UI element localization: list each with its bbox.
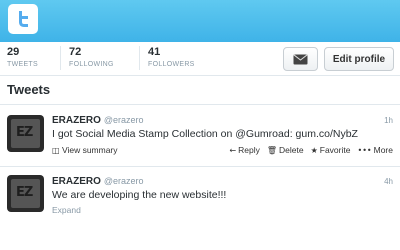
more-dots-icon: ••• [357,145,372,155]
tweet-author[interactable]: ERAZERO @erazero [52,115,144,126]
twitter-bird-icon[interactable] [8,4,38,34]
stat-tweets-label: TWEETS [7,61,38,68]
tweet-author-handle[interactable]: @erazero [104,115,144,125]
reply-icon: ← [229,145,237,155]
profile-header-banner [0,0,400,42]
direct-message-button[interactable] [283,47,318,71]
tweet-item[interactable]: EZ ERAZERO @erazero 4h We are developing … [0,167,400,227]
tweet-actions: ← Reply 🗑 Delete ★ Favorite ••• More [229,145,393,155]
tweets-section-title: Tweets [7,82,51,97]
stat-following-count: 72 [69,46,82,58]
more-label: More [373,145,393,155]
tweet-text: We are developing the new website!!! [52,189,227,201]
delete-label: Delete [279,145,304,155]
stat-tweets[interactable]: 29 TWEETS [7,46,38,72]
tweet-author-name[interactable]: ERAZERO [52,115,101,126]
delete-action[interactable]: 🗑 Delete [267,145,304,155]
stat-followers-count: 41 [148,46,161,58]
favorite-label: Favorite [319,145,351,155]
more-action[interactable]: ••• More [357,145,393,155]
stat-tweets-count: 29 [7,46,20,58]
stat-following-label: FOLLOWING [69,61,114,68]
view-summary-label: View summary [61,145,118,155]
reply-action[interactable]: ← Reply [229,145,259,155]
star-icon: ★ [310,145,318,155]
tweet-author-name[interactable]: ERAZERO [52,176,101,187]
edit-profile-button[interactable]: Edit profile [324,47,394,71]
favorite-action[interactable]: ★ Favorite [311,145,351,155]
tweet-timestamp[interactable]: 1h [384,116,393,125]
trash-icon: 🗑 [266,145,277,155]
stat-divider [60,46,61,70]
stat-followers-label: FOLLOWERS [148,61,195,68]
tweet-author-handle[interactable]: @erazero [104,176,144,186]
expand-link[interactable]: Expand [52,205,81,215]
avatar[interactable]: EZ [7,175,44,212]
view-summary-link[interactable]: ◫ View summary [52,145,118,155]
stat-divider [139,46,140,70]
tweet-timestamp[interactable]: 4h [384,177,393,186]
document-icon: ◫ [52,146,60,155]
avatar[interactable]: EZ [7,115,44,152]
stat-followers[interactable]: 41 FOLLOWERS [148,46,195,72]
stat-following[interactable]: 72 FOLLOWING [69,46,114,72]
envelope-icon [293,53,308,64]
tweet-item[interactable]: EZ ERAZERO @erazero 1h I got Social Media… [0,105,400,163]
tweet-author[interactable]: ERAZERO @erazero [52,176,144,187]
tweet-text: I got Social Media Stamp Collection on @… [52,128,358,140]
reply-label: Reply [238,145,260,155]
